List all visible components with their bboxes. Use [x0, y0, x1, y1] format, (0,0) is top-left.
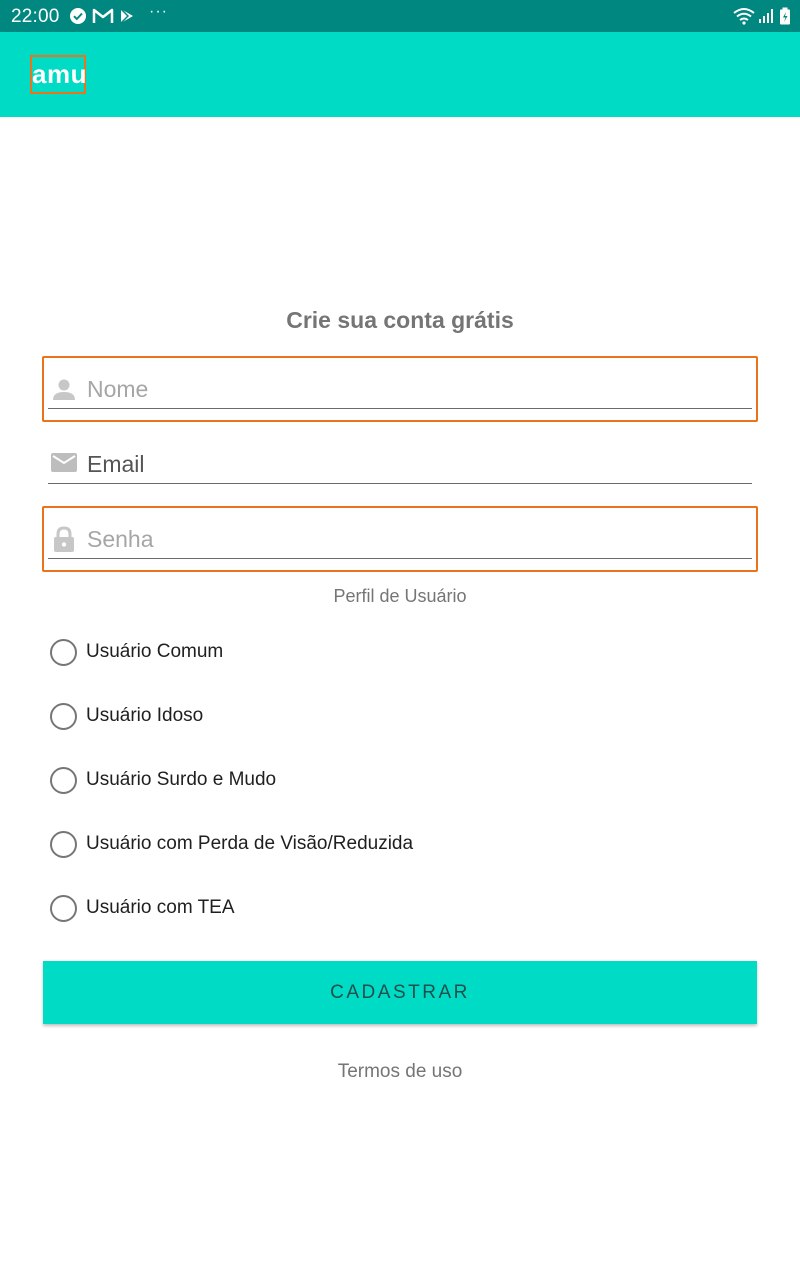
name-underline [48, 408, 752, 409]
system-icons [733, 6, 791, 26]
password-field[interactable]: Senha [42, 506, 758, 572]
name-placeholder: Nome [87, 376, 149, 402]
form-title: Crie sua conta grátis [286, 307, 514, 333]
radio-circle[interactable] [50, 830, 77, 858]
gmail-icon [92, 8, 114, 23]
check-circle-icon [70, 8, 86, 24]
radio-label: Usuário com Perda de Visão/Reduzida [86, 833, 414, 854]
terms-of-use-link[interactable]: Termos de uso [0, 1061, 800, 1083]
radio-label: Usuário Comum [86, 641, 224, 662]
lock-icon [54, 526, 74, 552]
cell-signal-icon [759, 9, 773, 23]
radio-circle[interactable] [50, 894, 77, 922]
wifi-icon [733, 8, 755, 25]
password-underline [48, 558, 752, 559]
radio-usuario-tea[interactable]: Usuário com TEA [50, 893, 470, 923]
radio-circle[interactable] [50, 766, 77, 794]
cadastrar-button[interactable]: CADASTRAR [43, 961, 757, 1024]
radio-circle[interactable] [50, 702, 77, 730]
radio-usuario-surdo-mudo[interactable]: Usuário Surdo e Mudo [50, 765, 470, 795]
radio-usuario-perda-visao[interactable]: Usuário com Perda de Visão/Reduzida [50, 829, 470, 859]
radio-label: Usuário Idoso [86, 705, 204, 726]
mail-icon [51, 453, 77, 472]
email-field[interactable]: Email [42, 431, 758, 497]
more-notifications-indicator: ··· [149, 3, 168, 20]
notification-icons [69, 7, 136, 25]
battery-icon [780, 7, 790, 25]
email-underline [48, 483, 752, 484]
app-bar: amu [0, 32, 800, 117]
name-field[interactable]: Nome [42, 356, 758, 422]
profile-label: Perfil de Usuário [333, 586, 467, 606]
email-value: Email [87, 451, 145, 477]
radio-usuario-idoso[interactable]: Usuário Idoso [50, 701, 470, 731]
radio-label: Usuário Surdo e Mudo [86, 769, 277, 790]
status-time: 22:00 [11, 6, 60, 27]
person-icon [53, 379, 75, 400]
radio-circle[interactable] [50, 638, 77, 666]
radio-label: Usuário com TEA [86, 897, 235, 918]
radio-usuario-comum[interactable]: Usuário Comum [50, 637, 470, 667]
app-logo[interactable]: amu [30, 55, 86, 94]
status-bar: 22:00 ··· [0, 0, 800, 32]
play-store-icon [120, 8, 133, 24]
password-placeholder: Senha [87, 526, 154, 552]
